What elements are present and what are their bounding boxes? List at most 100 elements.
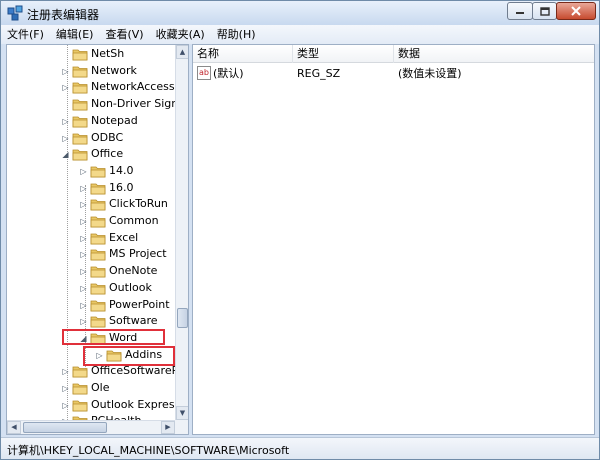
expand-arrow-icon[interactable]: ▷ <box>79 183 88 194</box>
tree-item[interactable]: Non-Driver Signin <box>7 96 175 113</box>
status-bar: 计算机\HKEY_LOCAL_MACHINE\SOFTWARE\Microsof… <box>1 437 599 459</box>
tree-item[interactable]: ▷ ClickToRun <box>7 196 175 213</box>
tree-item[interactable]: ▷ 16.0 <box>7 180 175 197</box>
value-row[interactable]: ab (默认) REG_SZ (数值未设置) <box>193 65 594 82</box>
tree-horizontal-scroll-thumb[interactable] <box>23 422 107 433</box>
tree-item[interactable]: ▷ Ole <box>7 380 175 397</box>
menu-file[interactable]: 文件(F) <box>1 25 50 44</box>
tree-item-label: Common <box>109 214 159 227</box>
expand-arrow-icon <box>61 49 70 60</box>
scroll-left-arrow-icon[interactable]: ◀ <box>7 421 21 434</box>
column-header-data[interactable]: 数据 <box>394 45 594 63</box>
tree-item[interactable]: ▷PCHealth <box>7 413 175 420</box>
menu-help[interactable]: 帮助(H) <box>211 25 262 44</box>
tree-item-label: Ole <box>91 381 110 394</box>
annotation-highlight-box <box>62 328 165 345</box>
folder-icon <box>72 366 88 378</box>
tree-item[interactable]: ▷ Excel <box>7 230 175 247</box>
key-tree: NetSh ▷ Network ▷ NetworkAccessPro Non-Driver… <box>7 45 175 420</box>
expand-arrow-icon[interactable]: ▷ <box>79 166 88 177</box>
expand-arrow-icon <box>61 99 70 110</box>
folder-icon <box>72 149 88 161</box>
folder-icon <box>72 99 88 111</box>
tree-item[interactable]: ▷ Notepad <box>7 113 175 130</box>
expand-arrow-icon[interactable]: ▷ <box>79 316 88 327</box>
tree-item[interactable]: NetSh <box>7 46 175 63</box>
maximize-button[interactable] <box>532 2 557 20</box>
column-header-name[interactable]: 名称 <box>193 45 293 63</box>
expand-arrow-icon[interactable]: ▷ <box>61 82 70 93</box>
value-name: (默认) <box>213 67 244 80</box>
expand-arrow-icon[interactable]: ▷ <box>79 266 88 277</box>
tree-item-label: Outlook <box>109 280 152 294</box>
expand-arrow-icon[interactable]: ▷ <box>79 300 88 311</box>
expand-arrow-icon[interactable]: ▷ <box>61 66 70 77</box>
tree-item[interactable]: ▷ OfficeSoftwarePro <box>7 363 175 380</box>
collapse-arrow-icon[interactable]: ◢ <box>61 149 70 160</box>
tree-item[interactable]: ▷ Outlook Express <box>7 397 175 414</box>
folder-icon <box>72 400 88 412</box>
folder-icon <box>90 266 106 278</box>
expand-arrow-icon[interactable]: ▷ <box>79 283 88 294</box>
value-type: REG_SZ <box>297 67 341 80</box>
tree-item-label: OfficeSoftwarePro <box>91 364 175 378</box>
menu-edit[interactable]: 编辑(E) <box>50 25 100 44</box>
scroll-down-arrow-icon[interactable]: ▼ <box>176 406 188 420</box>
tree-item[interactable]: ▷ Outlook <box>7 280 175 297</box>
minimize-button[interactable] <box>507 2 533 20</box>
scroll-right-arrow-icon[interactable]: ▶ <box>161 421 175 434</box>
expand-arrow-icon[interactable]: ▷ <box>61 383 70 394</box>
folder-icon <box>72 383 88 395</box>
expand-arrow-icon[interactable]: ▷ <box>61 366 70 377</box>
tree-horizontal-scrollbar[interactable]: ◀ ▶ <box>7 420 175 434</box>
tree-item-label: NetSh <box>91 47 125 60</box>
tree-item[interactable]: ▷ ODBC <box>7 130 175 147</box>
window-title: 注册表编辑器 <box>27 8 100 22</box>
tree-item-label: Notepad <box>91 113 138 127</box>
minimize-icon <box>516 12 524 14</box>
expand-arrow-icon[interactable]: ▷ <box>79 249 88 260</box>
tree-item[interactable]: ◢ Office <box>7 146 175 163</box>
expand-arrow-icon[interactable]: ▷ <box>79 233 88 244</box>
folder-icon <box>90 300 106 311</box>
tree-item-label: 14.0 <box>109 163 134 177</box>
scroll-up-arrow-icon[interactable]: ▲ <box>176 45 188 59</box>
folder-icon <box>90 283 106 295</box>
scrollbar-corner <box>175 420 188 434</box>
column-header-type[interactable]: 类型 <box>293 45 394 63</box>
folder-icon <box>90 249 106 261</box>
expand-arrow-icon[interactable]: ▷ <box>61 133 70 144</box>
folder-icon <box>72 49 88 61</box>
value-list-pane[interactable]: 名称 类型 数据 ab (默认) REG_SZ (数值未设置) <box>192 44 595 435</box>
tree-item[interactable]: ▷ NetworkAccessPro <box>7 79 175 96</box>
registry-editor-window: 注册表编辑器 文件(F) 编辑(E) 查看(V) 收藏夹(A) 帮助(H) Ne… <box>0 0 600 460</box>
close-button[interactable] <box>556 2 596 20</box>
maximize-icon <box>539 6 550 16</box>
tree-vertical-scrollbar[interactable]: ▲ ▼ <box>175 45 188 420</box>
menu-bar: 文件(F) 编辑(E) 查看(V) 收藏夹(A) 帮助(H) <box>1 25 599 44</box>
expand-arrow-icon[interactable]: ▷ <box>61 116 70 127</box>
expand-arrow-icon[interactable]: ▷ <box>79 216 88 227</box>
folder-icon <box>72 133 88 144</box>
title-bar[interactable]: 注册表编辑器 <box>1 1 599 25</box>
tree-item[interactable]: ▷ 14.0 <box>7 163 175 180</box>
tree-item-label: MS Project <box>109 247 167 261</box>
tree-item[interactable]: ▷ Common <box>7 213 175 230</box>
tree-item[interactable]: ▷ Network <box>7 63 175 80</box>
folder-icon <box>72 82 88 94</box>
tree-item[interactable]: ▷ PowerPoint <box>7 297 175 314</box>
tree-item[interactable]: ▷ MS Project <box>7 246 175 263</box>
string-value-icon: ab <box>197 66 211 80</box>
tree-item-label: Non-Driver Signin <box>91 97 175 111</box>
tree-item[interactable]: ▷ OneNote <box>7 263 175 280</box>
key-tree-pane[interactable]: NetSh ▷ Network ▷ NetworkAccessPro Non-Driver… <box>6 44 189 435</box>
tree-item[interactable]: ▷ Software <box>7 313 175 330</box>
menu-favorites[interactable]: 收藏夹(A) <box>150 25 211 44</box>
svg-text:ab: ab <box>199 68 209 77</box>
expand-arrow-icon[interactable]: ▷ <box>79 199 88 210</box>
tree-item-label: Office <box>91 147 124 161</box>
expand-arrow-icon[interactable]: ▷ <box>61 400 70 411</box>
menu-view[interactable]: 查看(V) <box>99 25 149 44</box>
tree-vertical-scroll-thumb[interactable] <box>177 308 188 328</box>
folder-icon <box>72 66 88 78</box>
